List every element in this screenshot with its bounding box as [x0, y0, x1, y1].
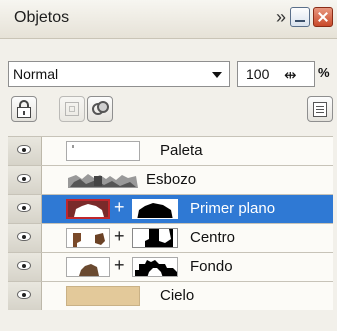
layer-thumbnail — [66, 141, 140, 161]
layer-row-primer-plano[interactable]: + Primer plano — [8, 194, 333, 223]
mask-thumbnail[interactable] — [132, 199, 178, 219]
layer-content[interactable]: + Centro — [42, 224, 333, 252]
lock-body — [17, 107, 31, 118]
opacity-unit: % — [318, 65, 330, 80]
layer-content[interactable]: Paleta — [42, 137, 333, 165]
visibility-toggle[interactable] — [8, 137, 42, 165]
eye-icon — [17, 290, 31, 299]
lock-button[interactable] — [11, 96, 37, 122]
blend-overlap-button[interactable] — [87, 96, 113, 122]
eye-icon — [17, 145, 31, 154]
visibility-toggle[interactable] — [8, 253, 42, 281]
layer-thumbnail — [66, 286, 140, 306]
layer-list: Paleta Esbozo + Primer plano + Centro + … — [8, 136, 333, 331]
layer-name: Esbozo — [146, 171, 197, 188]
layer-content[interactable]: Esbozo — [42, 166, 333, 194]
mask-link-plus: + — [114, 226, 125, 246]
visibility-toggle[interactable] — [8, 195, 42, 223]
mask-link-plus: + — [114, 255, 125, 275]
layer-name: Cielo — [160, 287, 195, 304]
layer-thumbnail — [66, 199, 110, 219]
chevron-down-icon[interactable] — [212, 72, 222, 78]
layer-content[interactable]: Cielo — [42, 282, 333, 310]
add-mask-button[interactable] — [59, 96, 85, 122]
layer-row-cielo[interactable]: Cielo — [8, 281, 333, 310]
visibility-toggle[interactable] — [8, 224, 42, 252]
opacity-slider-icon[interactable]: ⇹ — [284, 66, 297, 84]
panel-titlebar: Objetos » — [0, 0, 337, 39]
overlap-icon-front — [97, 101, 109, 113]
panel-title: Objetos — [14, 9, 70, 26]
layer-name: Primer plano — [190, 200, 276, 217]
layer-content[interactable]: + Primer plano — [42, 195, 333, 223]
eye-icon — [17, 174, 31, 183]
layer-row-paleta[interactable]: Paleta — [8, 136, 333, 165]
mask-icon — [65, 102, 79, 116]
layer-content[interactable]: + Fondo — [42, 253, 333, 281]
close-button[interactable] — [313, 7, 333, 27]
objects-panel: Objetos » Normal 100 ⇹ % Paleta Esbozo +… — [0, 0, 337, 331]
opacity-value[interactable]: 100 — [246, 66, 269, 82]
layer-name: Centro — [190, 229, 236, 246]
mask-link-plus: + — [114, 197, 125, 217]
layer-name: Paleta — [160, 142, 203, 159]
mask-thumbnail[interactable] — [132, 257, 178, 277]
eye-icon — [17, 232, 31, 241]
blend-mode-value: Normal — [13, 66, 59, 82]
layer-properties-button[interactable] — [307, 96, 333, 122]
layer-row-centro[interactable]: + Centro — [8, 223, 333, 252]
expand-chevron-icon[interactable]: » — [276, 7, 286, 28]
layer-name: Fondo — [190, 258, 233, 275]
layer-thumbnail — [66, 170, 140, 190]
layer-thumbnail — [66, 228, 110, 248]
opacity-field[interactable]: 100 ⇹ — [237, 61, 315, 87]
layer-row-fondo[interactable]: + Fondo — [8, 252, 333, 281]
mask-thumbnail[interactable] — [132, 228, 178, 248]
eye-icon — [17, 203, 31, 212]
eye-icon — [17, 261, 31, 270]
blend-mode-select[interactable]: Normal — [8, 61, 230, 87]
visibility-toggle[interactable] — [8, 282, 42, 310]
layer-row-esbozo[interactable]: Esbozo — [8, 165, 333, 194]
minimize-button[interactable] — [290, 7, 310, 27]
visibility-toggle[interactable] — [8, 166, 42, 194]
layer-thumbnail — [66, 257, 110, 277]
properties-icon — [313, 102, 327, 117]
